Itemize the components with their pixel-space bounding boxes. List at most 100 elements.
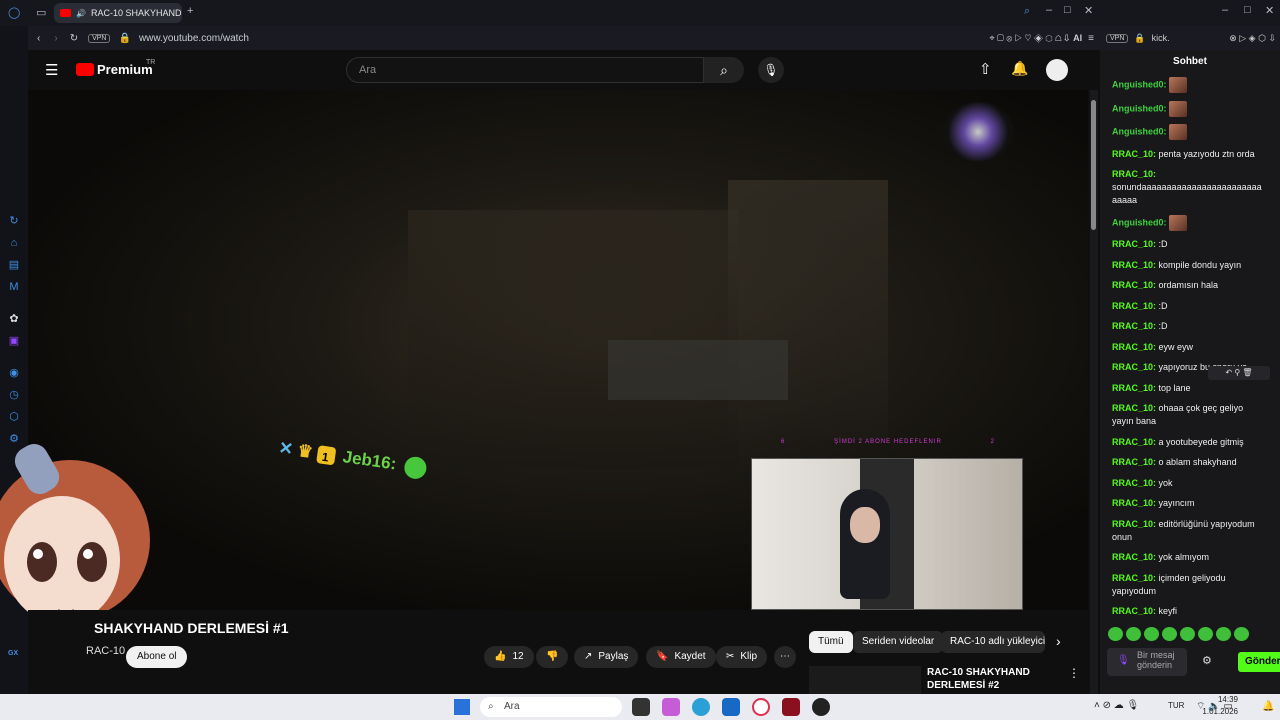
chevron-right-icon[interactable]: › <box>1056 633 1061 649</box>
sidebar-notes-icon[interactable]: ▤ <box>7 258 21 272</box>
chat-username[interactable]: RRAC_10: <box>1112 342 1156 352</box>
youtube-premium-logo[interactable]: Premium <box>97 62 153 77</box>
sidebar-history-icon[interactable]: ◷ <box>7 388 21 402</box>
close-button-2[interactable]: ✕ <box>1265 4 1274 17</box>
chat-message[interactable]: Anguished0: <box>1112 124 1266 140</box>
chat-username[interactable]: RRAC_10: <box>1112 383 1156 393</box>
chat-username[interactable]: RRAC_10: <box>1112 552 1156 562</box>
opera-gx-icon[interactable] <box>752 698 770 716</box>
chat-message[interactable]: RRAC_10: :D <box>1112 300 1266 313</box>
chat-username[interactable]: RRAC_10: <box>1112 321 1156 331</box>
new-tab-button[interactable]: + <box>187 5 193 17</box>
chat-message[interactable]: RRAC_10: a yootubeyede gitmiş <box>1112 436 1266 449</box>
chat-message[interactable]: Anguished0: <box>1112 100 1266 117</box>
store-icon[interactable] <box>722 698 740 716</box>
chip-series[interactable]: Seriden videolar <box>853 631 944 653</box>
browser-tab[interactable]: 🔊 RAC-10 SHAKYHAND D <box>54 3 182 23</box>
valorant-icon[interactable] <box>782 698 800 716</box>
language-indicator[interactable]: TUR <box>1168 701 1184 710</box>
chat-username[interactable]: RRAC_10: <box>1112 280 1156 290</box>
chat-message[interactable]: RRAC_10: keyfi <box>1112 605 1266 618</box>
edge-icon[interactable] <box>692 698 710 716</box>
chat-username[interactable]: RRAC_10: <box>1112 519 1156 529</box>
chat-username[interactable]: RRAC_10: <box>1112 498 1156 508</box>
chat-username[interactable]: RRAC_10: <box>1112 606 1156 616</box>
start-button[interactable] <box>454 699 470 715</box>
like-button[interactable]: 👍 12 <box>484 646 534 668</box>
chat-username[interactable]: Anguished0: <box>1112 217 1167 227</box>
chat-message[interactable]: RRAC_10: ohaaa çok geç geliyo yayın bana <box>1112 402 1266 428</box>
maximize-button[interactable]: □ <box>1064 4 1071 16</box>
scrollbar-thumb[interactable] <box>1091 100 1096 230</box>
maximize-button-2[interactable]: □ <box>1244 4 1251 16</box>
chat-username[interactable]: RRAC_10: <box>1112 478 1156 488</box>
copilot-icon[interactable] <box>662 698 680 716</box>
chat-message[interactable]: RRAC_10: yayıncım <box>1112 497 1266 510</box>
channel-name[interactable]: RAC-10 <box>86 645 125 657</box>
close-button[interactable]: ✕ <box>1084 4 1093 17</box>
chat-username[interactable]: RRAC_10: <box>1112 437 1156 447</box>
search-input[interactable]: Ara <box>346 57 704 83</box>
minimize-button[interactable]: – <box>1046 4 1052 16</box>
back-icon[interactable]: ‹ <box>37 33 40 44</box>
more-actions-button[interactable]: ⋯ <box>774 646 796 668</box>
chat-username[interactable]: RRAC_10: <box>1112 403 1156 413</box>
menu-icon[interactable]: ≡ <box>1088 33 1094 44</box>
share-button[interactable]: ↗ Paylaş <box>574 646 639 668</box>
microphone-icon[interactable]: 🎙 <box>758 57 784 83</box>
message-actions[interactable]: ↶ ⚲ 🗑 <box>1208 366 1270 380</box>
search-button[interactable]: ⌕ <box>704 57 744 83</box>
chat-message[interactable]: RRAC_10: yok <box>1112 477 1266 490</box>
chat-username[interactable]: RRAC_10: <box>1112 457 1156 467</box>
chat-message[interactable]: RRAC_10: :D <box>1112 238 1266 251</box>
chat-message[interactable]: Anguished0: <box>1112 214 1266 231</box>
taskbar-search[interactable]: ⌕ Ara <box>480 697 622 717</box>
sidebar-extensions-icon[interactable]: ⬡ <box>7 410 21 424</box>
clip-button[interactable]: ✂ Klip <box>716 646 768 668</box>
task-view-icon[interactable] <box>632 698 650 716</box>
chat-username[interactable]: RRAC_10: <box>1112 149 1156 159</box>
chat-message[interactable]: RRAC_10: ordamısın hala <box>1112 279 1266 292</box>
opera-logo-icon[interactable]: ◯ <box>8 6 20 19</box>
notification-bell-icon[interactable]: 🔔 <box>1262 701 1274 712</box>
vpn-badge[interactable]: VPN <box>88 33 111 43</box>
chat-message[interactable]: RRAC_10: penta yazıyodu ztn orda <box>1112 148 1266 161</box>
chat-settings-icon[interactable]: ⚙ <box>1202 654 1212 667</box>
ai-button[interactable]: AI <box>1073 33 1082 43</box>
sidebar-chatgpt-icon[interactable]: ✿ <box>7 312 21 326</box>
chip-all[interactable]: Tümü <box>809 631 853 653</box>
minimize-button-2[interactable]: – <box>1222 4 1228 16</box>
chat-message[interactable]: RRAC_10: kompile dondu yayın <box>1112 259 1266 272</box>
more-vert-icon[interactable]: ⋮ <box>1068 666 1080 680</box>
recommended-thumbnail[interactable] <box>809 666 921 694</box>
chat-message[interactable]: RRAC_10: top lane <box>1112 382 1266 395</box>
chat-username[interactable]: RRAC_10: <box>1112 573 1156 583</box>
chat-vpn-badge[interactable]: VPN <box>1106 33 1129 43</box>
recommended-title[interactable]: RAC-10 SHAKYHAND DERLEMESİ #2 <box>927 666 1057 692</box>
chat-message[interactable]: RRAC_10: yok almıyom <box>1112 551 1266 564</box>
chat-message[interactable]: Anguished0: <box>1112 77 1266 93</box>
video-player[interactable]: ✕ ♛ 1 Jeb16: 6 ŞİMDİ 2 ABONE HEDEFLENIR … <box>28 90 1088 610</box>
chat-message[interactable]: RRAC_10: içimden geliyodu yapıyodum <box>1112 572 1266 598</box>
sidebar-ai-icon[interactable]: ↻ <box>7 214 21 228</box>
tab-menu-icon[interactable]: ▭ <box>36 6 46 19</box>
url-field[interactable]: www.youtube.com/watch <box>139 33 249 44</box>
tray-icons[interactable]: ˄ ⊘ ☁ 🎙 <box>1094 700 1139 711</box>
youtube-logo-icon[interactable] <box>76 63 94 76</box>
notifications-bell-icon[interactable]: 🔔 <box>1011 60 1028 77</box>
chat-username[interactable]: RRAC_10: <box>1112 260 1156 270</box>
upload-icon[interactable]: ⇧ <box>979 60 992 78</box>
chat-username[interactable]: RRAC_10: <box>1112 301 1156 311</box>
chat-username[interactable]: Anguished0: <box>1112 79 1167 89</box>
clock[interactable]: 14:39 1.01.2026 <box>1202 694 1238 718</box>
chat-url[interactable]: kick. <box>1152 33 1170 43</box>
chat-username[interactable]: RRAC_10: <box>1112 239 1156 249</box>
chat-message[interactable]: RRAC_10: eyw eyw <box>1112 341 1266 354</box>
mic-icon[interactable]: 🎙 <box>1117 656 1130 666</box>
save-button[interactable]: 🔖 Kaydet <box>646 646 716 668</box>
chip-uploader[interactable]: RAC-10 adlı yükleyici <box>941 631 1045 653</box>
dislike-button[interactable]: 👎 <box>536 646 569 668</box>
chat-message[interactable]: RRAC_10: editörlüğünü yapıyodum onun <box>1112 518 1266 544</box>
chat-username[interactable]: Anguished0: <box>1112 126 1167 136</box>
toolbar-icons[interactable]: ⌖ ▢ ⊗ ▷ ♡ ◈ ⬡ ☖ ⇩ <box>989 33 1069 44</box>
